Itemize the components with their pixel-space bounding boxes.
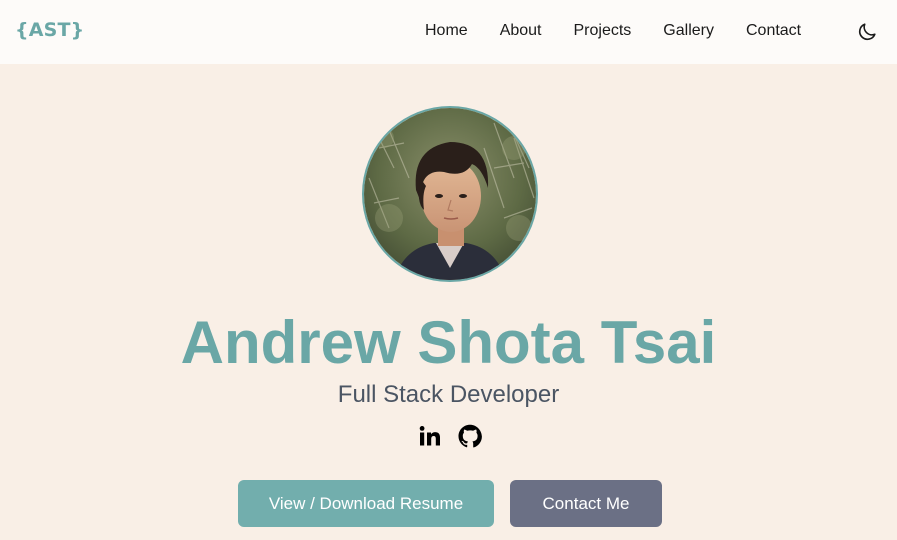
nav-link-contact[interactable]: Contact bbox=[746, 22, 801, 40]
nav-link-gallery[interactable]: Gallery bbox=[663, 22, 714, 40]
social-links bbox=[418, 424, 482, 448]
profile-photo bbox=[364, 108, 536, 280]
nav-link-home[interactable]: Home bbox=[425, 22, 468, 40]
theme-toggle-button[interactable] bbox=[856, 21, 878, 43]
github-icon bbox=[458, 424, 482, 448]
moon-icon bbox=[858, 23, 876, 41]
view-resume-button[interactable]: View / Download Resume bbox=[238, 480, 494, 527]
avatar bbox=[362, 106, 538, 282]
linkedin-icon bbox=[419, 426, 440, 446]
nav-links: Home About Projects Gallery Contact bbox=[425, 22, 801, 40]
hero-name: Andrew Shota Tsai bbox=[180, 309, 717, 376]
nav-link-projects[interactable]: Projects bbox=[574, 22, 632, 40]
contact-me-button[interactable]: Contact Me bbox=[510, 480, 662, 527]
navbar: {AST} Home About Projects Gallery Contac… bbox=[0, 0, 897, 64]
linkedin-link[interactable] bbox=[418, 424, 442, 448]
nav-link-about[interactable]: About bbox=[500, 22, 542, 40]
site-logo[interactable]: {AST} bbox=[15, 19, 84, 41]
hero-role: Full Stack Developer bbox=[337, 381, 560, 408]
github-link[interactable] bbox=[458, 424, 482, 448]
